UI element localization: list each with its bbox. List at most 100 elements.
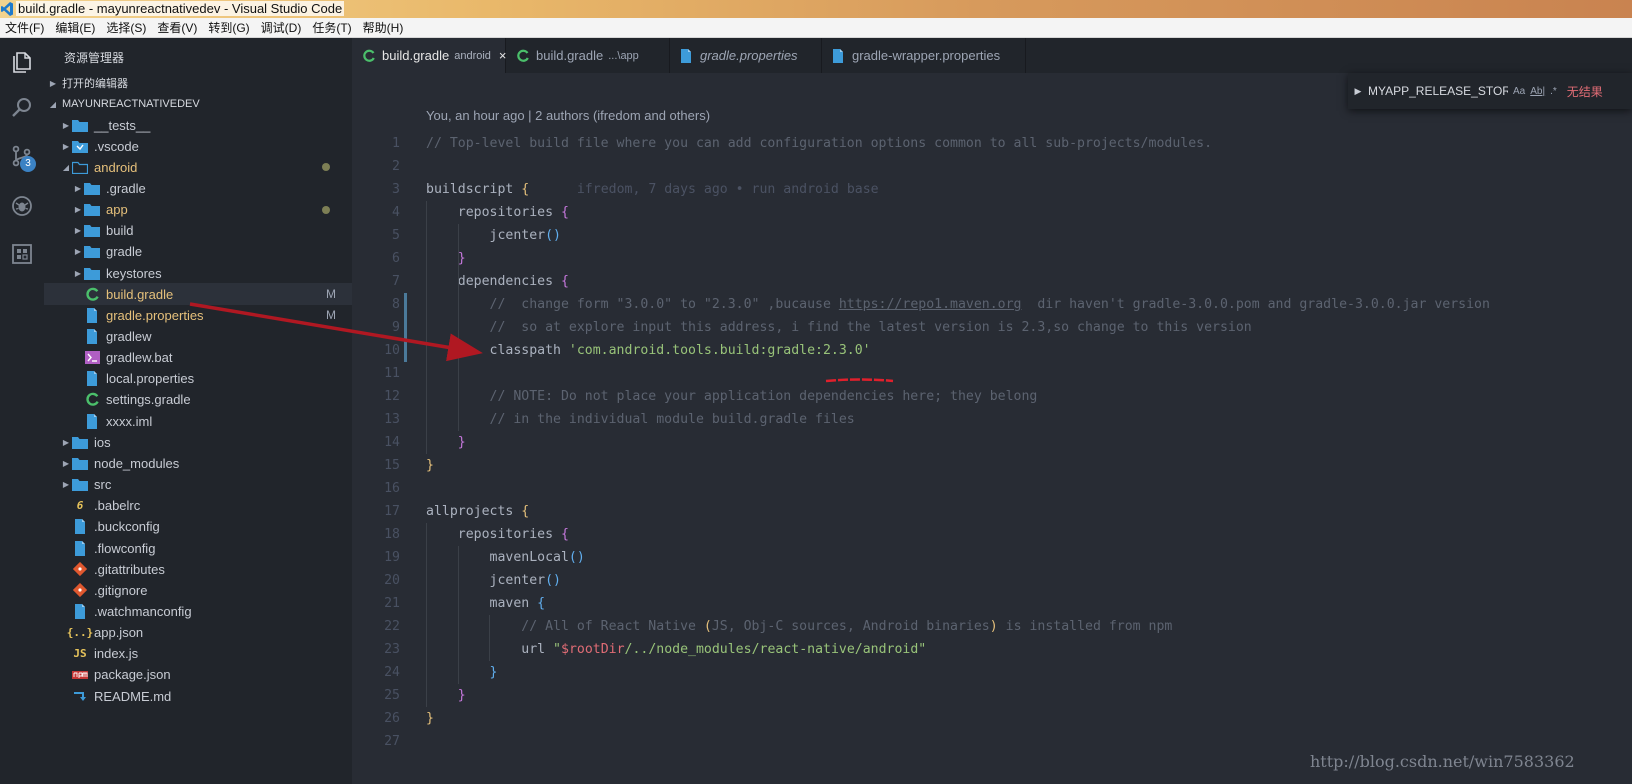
tree-item[interactable]: .buckconfig (44, 516, 352, 538)
tree-item[interactable]: JS index.js (44, 643, 352, 665)
code-line[interactable]: 27 (352, 730, 1632, 753)
code-line[interactable]: 25 } (352, 684, 1632, 707)
search-button[interactable] (0, 86, 44, 130)
code-line[interactable]: 14 } (352, 431, 1632, 454)
open-editors-section[interactable]: ▶ 打开的编辑器 (44, 72, 352, 94)
menu-edit[interactable]: 编辑(E) (50, 19, 101, 36)
chevron-right-icon[interactable]: ▶ (72, 247, 84, 256)
tree-item[interactable]: local.properties (44, 368, 352, 390)
tree-item[interactable]: README.md (44, 685, 352, 707)
menu-tasks[interactable]: 任务(T) (307, 19, 357, 36)
tree-item[interactable]: ▶ gradle (44, 241, 352, 263)
code-line[interactable]: 6 } (352, 247, 1632, 270)
chevron-right-icon[interactable]: ▶ (72, 184, 84, 193)
code-line[interactable]: 15} (352, 454, 1632, 477)
tree-item[interactable]: ▶ node_modules (44, 452, 352, 474)
match-case-button[interactable]: Aa (1513, 86, 1525, 97)
tab-build-gradle-android[interactable]: build.gradle android × (352, 38, 507, 73)
code-line[interactable]: 8 // change form "3.0.0" to "2.3.0" ,buc… (352, 293, 1632, 316)
folder-icon (84, 244, 100, 260)
code-line[interactable]: 16 (352, 477, 1632, 500)
code-line[interactable]: 24 } (352, 661, 1632, 684)
code-line[interactable]: 4 repositories { (352, 201, 1632, 224)
toggle-replace-icon[interactable]: ▶ (1348, 86, 1368, 97)
menu-help[interactable]: 帮助(H) (358, 19, 410, 36)
chevron-right-icon[interactable]: ▶ (60, 121, 72, 130)
modified-dot (322, 163, 330, 172)
code-token: /../node_modules/react-native/android" (624, 642, 927, 657)
code-line[interactable]: 13 // in the individual module build.gra… (352, 408, 1632, 431)
tree-item[interactable]: .flowconfig (44, 537, 352, 559)
tree-item[interactable]: ▶ src (44, 474, 352, 496)
find-input[interactable]: MYAPP_RELEASE_STOR... (1368, 84, 1508, 98)
tree-item[interactable]: {..} app.json (44, 622, 352, 644)
tree-item[interactable]: ▶ __tests__ (44, 114, 352, 136)
code-line[interactable]: 18 repositories { (352, 523, 1632, 546)
tree-item[interactable]: .watchmanconfig (44, 600, 352, 622)
chevron-right-icon[interactable]: ▶ (60, 459, 72, 468)
menu-view[interactable]: 查看(V) (152, 19, 203, 36)
tree-item[interactable]: .gitattributes (44, 558, 352, 580)
codelens-blame[interactable]: You, an hour ago | 2 authors (ifredom an… (426, 108, 710, 123)
chevron-down-icon[interactable]: ◢ (60, 163, 72, 172)
tree-item[interactable]: ▶ app (44, 199, 352, 221)
code-line[interactable]: 10 classpath 'com.android.tools.build:gr… (352, 339, 1632, 362)
menu-go[interactable]: 转到(G) (203, 19, 255, 36)
code-line[interactable]: 19 mavenLocal() (352, 546, 1632, 569)
window-title: build.gradle - mayunreactnativedev - Vis… (16, 1, 345, 16)
source-control-button[interactable]: 3 (0, 134, 44, 178)
chevron-right-icon[interactable]: ▶ (60, 438, 72, 447)
tree-item[interactable]: build.gradle M (44, 283, 352, 306)
tree-item[interactable]: ◢ android (44, 156, 352, 178)
menu-selection[interactable]: 选择(S) (101, 19, 152, 36)
menu-debug[interactable]: 调试(D) (256, 19, 308, 36)
menu-file[interactable]: 文件(F) (0, 19, 50, 36)
code-line[interactable]: 21 maven { (352, 592, 1632, 615)
tab-gradle-properties[interactable]: gradle.properties (670, 38, 822, 73)
code-line[interactable]: 7 dependencies { (352, 270, 1632, 293)
regex-button[interactable]: .* (1550, 86, 1557, 97)
tree-item[interactable]: package.json (44, 664, 352, 686)
tree-item[interactable]: xxxx.iml (44, 410, 352, 432)
tree-item[interactable]: 6 .babelrc (44, 495, 352, 517)
tree-item[interactable]: .gitignore (44, 579, 352, 601)
code-line[interactable]: 12 // NOTE: Do not place your applicatio… (352, 385, 1632, 408)
scm-badge: 3 (20, 156, 36, 172)
match-word-button[interactable]: Ab| (1530, 86, 1545, 97)
tree-item[interactable]: ▶ ios (44, 431, 352, 453)
line-content: } (426, 247, 466, 270)
chevron-right-icon[interactable]: ▶ (72, 205, 84, 214)
code-line[interactable]: 9 // so at explore input this address, i… (352, 316, 1632, 339)
tab-build-gradle-app[interactable]: build.gradle ...\app (506, 38, 670, 73)
line-number: 9 (392, 320, 400, 335)
code-line[interactable]: 22 // All of React Native (JS, Obj-C sou… (352, 615, 1632, 638)
tree-item[interactable]: gradle.properties M (44, 304, 352, 326)
code-line[interactable]: 23 url "$rootDir/../node_modules/react-n… (352, 638, 1632, 661)
chevron-right-icon[interactable]: ▶ (72, 269, 84, 278)
explorer-button[interactable] (0, 40, 44, 84)
tab-gradle-wrapper-properties[interactable]: gradle-wrapper.properties (822, 38, 1026, 73)
code-line[interactable]: 11 (352, 362, 1632, 385)
code-line[interactable]: 5 jcenter() (352, 224, 1632, 247)
extensions-button[interactable] (0, 232, 44, 276)
tree-item[interactable]: ▶ .gradle (44, 177, 352, 199)
tree-item[interactable]: ▶ keystores (44, 262, 352, 284)
chevron-right-icon[interactable]: ▶ (72, 226, 84, 235)
git-status-badge: M (326, 308, 336, 323)
tree-item[interactable]: ▶ .vscode (44, 135, 352, 157)
tree-item[interactable]: ▶ build (44, 220, 352, 242)
code-line[interactable]: 20 jcenter() (352, 569, 1632, 592)
tree-item[interactable]: settings.gradle (44, 389, 352, 411)
debug-button[interactable] (0, 184, 44, 228)
tree-item[interactable]: gradlew.bat (44, 347, 352, 369)
tree-item[interactable]: gradlew (44, 326, 352, 348)
code-line[interactable]: 26} (352, 707, 1632, 730)
activity-bar: 3 (0, 38, 44, 784)
code-line[interactable]: 3 buildscript { ifredom, 7 days ago • run… (352, 178, 1632, 201)
code-line[interactable]: 1 // Top-level build file where you can a… (352, 132, 1632, 155)
chevron-right-icon[interactable]: ▶ (60, 142, 72, 151)
chevron-right-icon[interactable]: ▶ (60, 480, 72, 489)
code-line[interactable]: 17 allprojects { (352, 500, 1632, 523)
code-line[interactable]: 2 (352, 155, 1632, 178)
workspace-section[interactable]: ◢ MAYUNREACTNATIVEDEV (44, 93, 352, 115)
